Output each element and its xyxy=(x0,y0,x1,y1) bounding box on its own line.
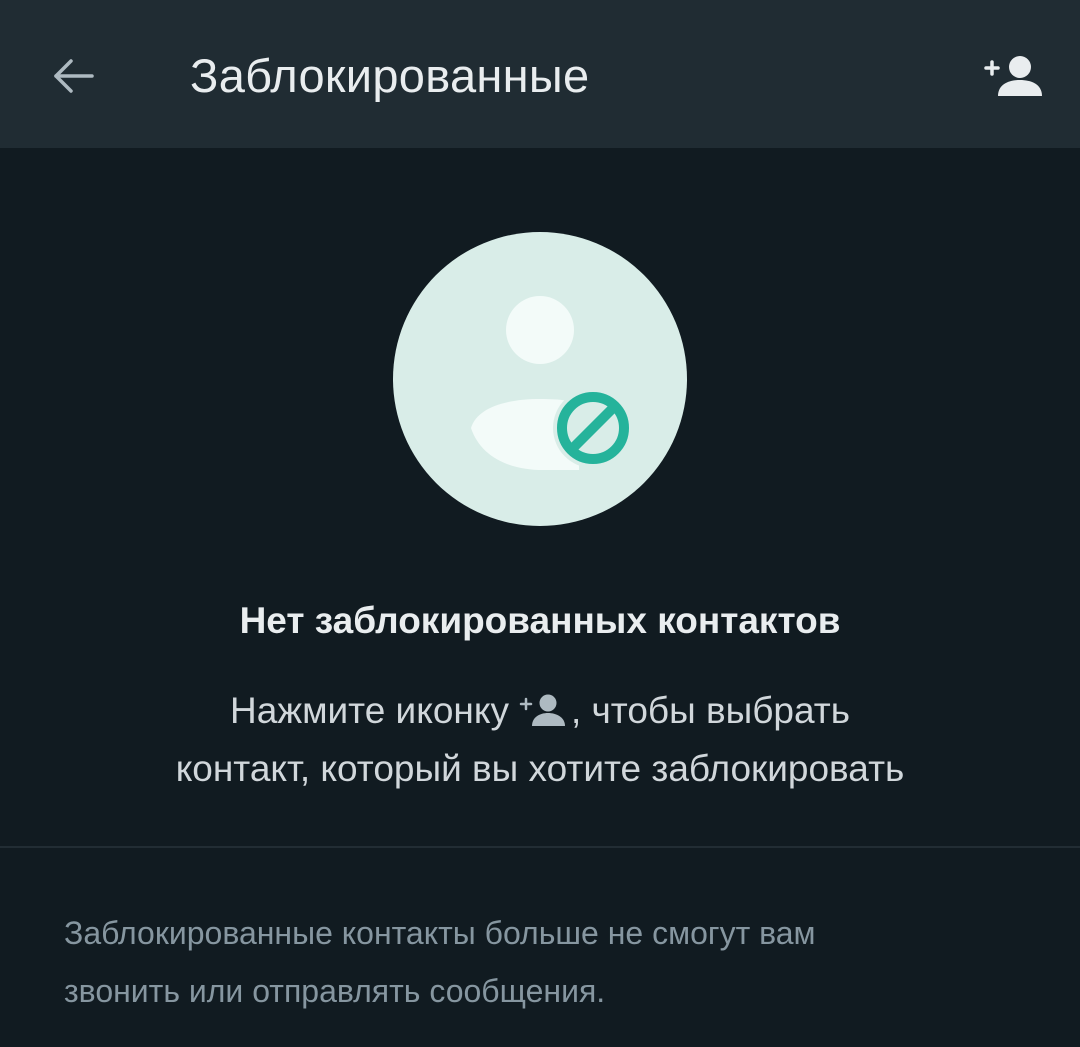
blocked-contacts-info: Заблокированные контакты больше не смогу… xyxy=(64,904,1024,1020)
blocked-contact-illustration xyxy=(393,232,687,526)
info-line-1: Заблокированные контакты больше не смогу… xyxy=(64,915,816,951)
info-line-2: звонить или отправлять сообщения. xyxy=(64,973,606,1009)
inline-add-contact-icon xyxy=(519,688,569,742)
arrow-back-icon xyxy=(54,59,94,93)
empty-state-title: Нет заблокированных контактов xyxy=(239,600,841,641)
blocked-contact-icon xyxy=(393,232,687,526)
section-divider xyxy=(0,846,1080,848)
empty-state-line-2: контакт, который вы хотите заблокировать xyxy=(175,748,905,789)
description-text-before-icon: Нажмите иконку xyxy=(230,690,509,731)
empty-state-description: Нажмите иконку , чтобы выбрать контакт, … xyxy=(60,684,1020,796)
add-blocked-contact-button[interactable] xyxy=(972,38,1056,114)
blocked-contacts-screen: Заблокированные Нет заблокированных конт… xyxy=(0,0,1080,1047)
back-button[interactable] xyxy=(38,40,110,112)
add-contact-icon xyxy=(984,56,1042,96)
empty-state-line-1: Нажмите иконку , чтобы выбрать xyxy=(60,684,1020,742)
top-app-bar: Заблокированные xyxy=(0,0,1080,148)
description-text-after-icon: , чтобы выбрать xyxy=(570,690,850,731)
page-title: Заблокированные xyxy=(190,49,590,102)
